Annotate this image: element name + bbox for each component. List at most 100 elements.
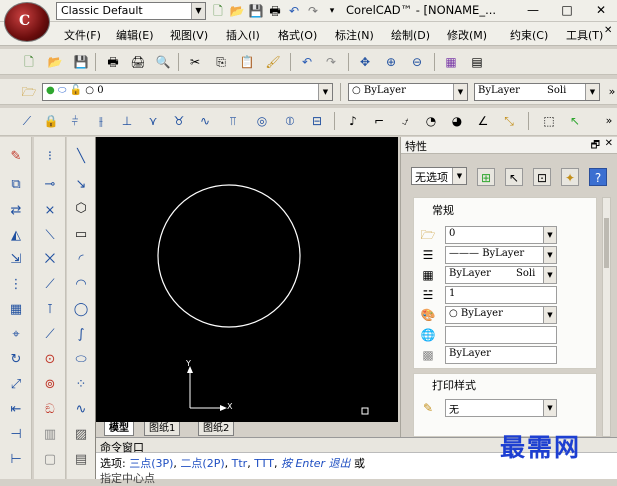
scale-icon[interactable]: ⤢: [6, 375, 26, 395]
page-setup-icon[interactable]: 🔍: [154, 53, 172, 71]
zoom-realtime-icon[interactable]: ⊕: [382, 53, 400, 71]
ray-icon[interactable]: ↘: [71, 175, 91, 195]
spline-icon[interactable]: ∫: [71, 325, 91, 345]
filter-icon[interactable]: ✦: [561, 168, 579, 186]
dim-linear-icon[interactable]: ♪: [344, 112, 362, 130]
ellipse-icon[interactable]: ⬭: [71, 350, 91, 370]
move-icon[interactable]: ⌖: [6, 325, 26, 345]
properties-scrollbar[interactable]: [602, 197, 611, 437]
selection-dropdown[interactable]: 无选项 ▼: [411, 167, 467, 185]
snap-endpoint-icon[interactable]: ⟋: [18, 112, 36, 130]
chevron-down-icon[interactable]: ▼: [543, 307, 556, 323]
break-at-point-icon[interactable]: ⊸: [40, 175, 60, 195]
menu-file[interactable]: 文件(F): [64, 27, 101, 43]
erase-icon[interactable]: ✎: [6, 147, 26, 167]
menu-dimension[interactable]: 标注(N): [335, 27, 374, 43]
menu-format[interactable]: 格式(O): [278, 27, 317, 43]
curve-icon[interactable]: ∿: [71, 400, 91, 420]
copy-entity-icon[interactable]: ⧉: [6, 175, 26, 195]
extend-icon[interactable]: ⊢: [6, 450, 26, 470]
close-button[interactable]: ✕: [584, 0, 617, 20]
option-enter-exit[interactable]: 按 Enter 退出: [281, 457, 351, 470]
arc-3pt-icon[interactable]: ◠: [71, 275, 91, 295]
block-icon[interactable]: ▢: [40, 450, 60, 470]
circle-icon[interactable]: ◯: [71, 300, 91, 320]
donut-icon[interactable]: ⊚: [40, 375, 60, 395]
chevron-down-icon[interactable]: ▼: [585, 84, 599, 100]
menu-view[interactable]: 视图(V): [170, 27, 208, 43]
rectangle-icon[interactable]: ▭: [71, 225, 91, 245]
join-icon[interactable]: ⨯: [40, 201, 60, 221]
print-style-field[interactable]: 无 ▼: [445, 399, 557, 417]
toolbar-overflow-icon[interactable]: »: [603, 83, 617, 101]
layer-field[interactable]: 0 ▼: [445, 226, 557, 244]
chevron-down-icon[interactable]: ▼: [453, 84, 467, 100]
close-icon[interactable]: ✕: [605, 138, 613, 149]
toggle-pickadd-icon[interactable]: ⊡: [533, 168, 551, 186]
table-icon[interactable]: ▥: [40, 425, 60, 445]
zoom-window-icon[interactable]: ⊖: [408, 53, 426, 71]
menu-tools[interactable]: 工具(T): [566, 27, 603, 43]
snap-nearest-icon[interactable]: ⊟: [308, 112, 326, 130]
menu-modify[interactable]: 修改(M): [447, 27, 487, 43]
circle-entity[interactable]: [157, 184, 301, 328]
triangle-mirror-icon[interactable]: ◭: [6, 226, 26, 246]
print-icon[interactable]: 🖶: [267, 3, 283, 19]
gradient-icon[interactable]: ▤: [71, 450, 91, 470]
ellipse-arc-icon[interactable]: ⁘: [71, 375, 91, 395]
color-dropdown[interactable]: ○ ByLayer ▼: [348, 83, 468, 101]
snap-perpendicular-icon[interactable]: ⊥: [118, 112, 136, 130]
line-icon[interactable]: ╲: [71, 147, 91, 167]
divide-icon[interactable]: ⊺: [40, 300, 60, 320]
tab-model[interactable]: 模型: [104, 422, 134, 436]
scrollbar-thumb[interactable]: [604, 218, 609, 268]
array-icon[interactable]: ⋮: [6, 275, 26, 295]
save-icon[interactable]: 💾: [72, 53, 90, 71]
dim-diameter-icon[interactable]: ◕: [448, 112, 466, 130]
pan-icon[interactable]: ✥: [356, 53, 374, 71]
snap-curve-icon[interactable]: ∿: [196, 112, 214, 130]
tab-sheet2[interactable]: 图纸2: [198, 422, 235, 436]
customize-icon[interactable]: ▾: [324, 3, 340, 19]
chevron-down-icon[interactable]: ▼: [191, 3, 205, 19]
cut-icon[interactable]: ✂: [186, 53, 204, 71]
chevron-down-icon[interactable]: ▼: [543, 267, 556, 283]
command-input-line[interactable]: 指定中心点: [100, 470, 155, 486]
menu-draw[interactable]: 绘制(D): [391, 27, 430, 43]
snap-insert-icon[interactable]: ⫪: [224, 112, 242, 130]
print-icon[interactable]: 🖶: [104, 53, 122, 71]
option-ttt[interactable]: TTT: [254, 457, 274, 470]
material-field[interactable]: ByLayer: [445, 346, 557, 364]
quick-select-icon[interactable]: ⊞: [477, 168, 495, 186]
mirror-icon[interactable]: ⇄: [6, 201, 26, 221]
select-window-icon[interactable]: ⬚: [540, 112, 558, 130]
point-icon[interactable]: ⊙: [40, 350, 60, 370]
print-preview-icon[interactable]: 🖨: [129, 53, 147, 71]
rotate-icon[interactable]: ↻: [6, 350, 26, 370]
grid-array-icon[interactable]: ▦: [6, 300, 26, 320]
polygon-icon[interactable]: ⬡: [71, 199, 91, 219]
app-logo-button[interactable]: C: [4, 2, 50, 42]
menu-edit[interactable]: 编辑(E): [116, 27, 154, 43]
drawing-canvas[interactable]: Y X: [96, 137, 398, 422]
pin-icon[interactable]: 🗗: [591, 138, 600, 155]
lock-icon[interactable]: 🔒: [42, 112, 60, 130]
ltscale-field[interactable]: ByLayer Soli ▼: [445, 266, 557, 284]
linetype-dropdown[interactable]: ByLayer Soli ▼: [474, 83, 600, 101]
redo-icon[interactable]: ↷: [322, 53, 340, 71]
dim-arc-icon[interactable]: ⍻: [396, 112, 414, 130]
toolbar-overflow-icon[interactable]: »: [600, 112, 617, 130]
paste-icon[interactable]: 📋: [238, 53, 256, 71]
copy-icon[interactable]: ⎘: [212, 53, 230, 71]
menu-insert[interactable]: 插入(I): [226, 27, 260, 43]
trim-icon[interactable]: ⊣: [6, 425, 26, 445]
new-icon[interactable]: 🗋: [20, 53, 38, 71]
undo-icon[interactable]: ↶: [298, 53, 316, 71]
layer-dropdown[interactable]: ● ⬭ 🔓 ○ 0 ▼: [42, 83, 333, 101]
restore-button[interactable]: □: [550, 0, 584, 20]
open-icon[interactable]: 📂: [46, 53, 64, 71]
stretch-icon[interactable]: ⇤: [6, 400, 26, 420]
properties-toggle-icon[interactable]: ▤: [468, 53, 486, 71]
open-file-icon[interactable]: 📂: [229, 3, 245, 19]
dim-aligned-icon[interactable]: ⌐: [370, 112, 388, 130]
